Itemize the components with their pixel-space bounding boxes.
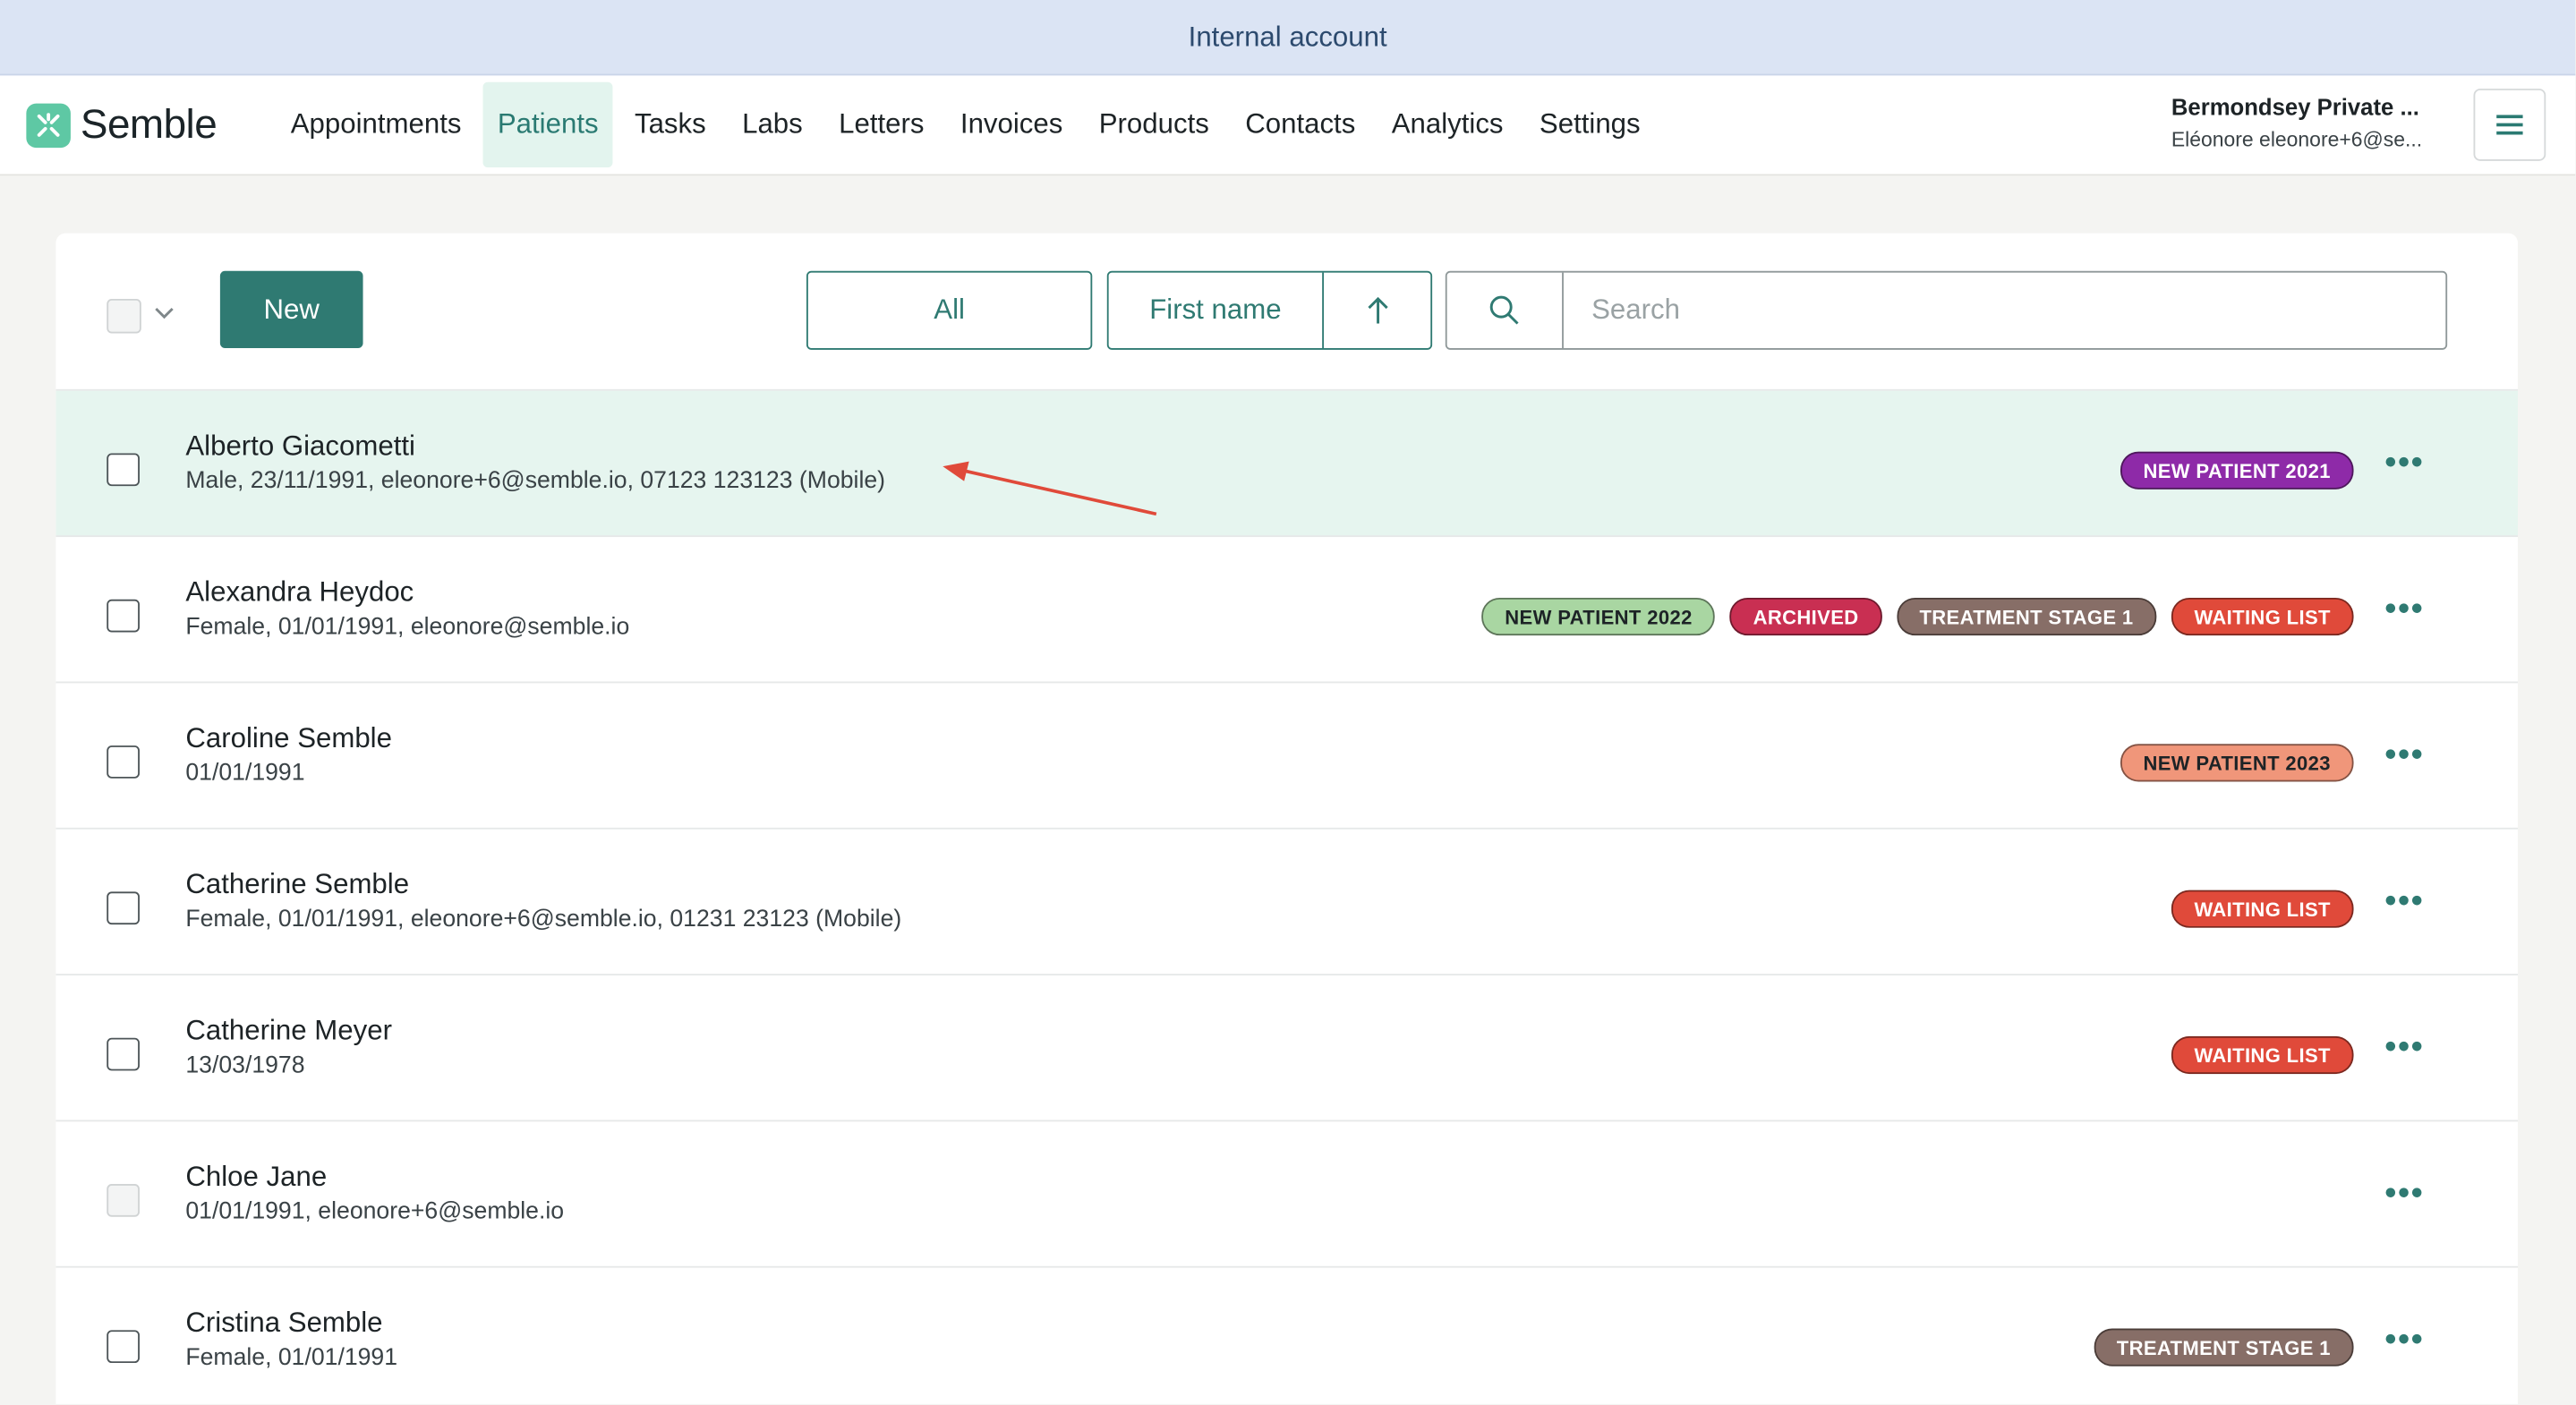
patient-name[interactable]: Cristina Semble [185,1307,382,1341]
hamburger-icon [2496,123,2523,127]
patient-tags: NEW PATIENT 2022 ARCHIVED TREATMENT STAGE … [1481,597,2354,636]
more-options-icon[interactable]: ••• [2384,1030,2424,1068]
patient-tag: NEW PATIENT 2022 [1481,597,1716,636]
patient-name[interactable]: Catherine Meyer [185,1015,392,1048]
account-user-email: Eléonore eleonore+6@se... [2171,128,2423,151]
patient-tag: WAITING LIST [2171,890,2354,928]
patient-tag: WAITING LIST [2171,597,2354,636]
arrow-up-icon [1367,296,1387,324]
patient-row[interactable]: Catherine Meyer 13/03/1978 WAITING LIST ••• [55,975,2519,1122]
account-switcher[interactable]: Bermondsey Private ... Eléonore eleonore… [2171,94,2435,151]
patient-tag: NEW PATIENT 2021 [2120,451,2354,490]
patient-tags: WAITING LIST [2171,890,2354,928]
patient-name[interactable]: Alberto Giacometti [185,430,415,464]
patient-tags: NEW PATIENT 2023 [2120,744,2354,782]
nav-item-patients[interactable]: Patients [482,81,614,168]
nav-item-contacts[interactable]: Contacts [1231,82,1370,167]
nav-item-invoices[interactable]: Invoices [945,82,1077,167]
nav-item-labs[interactable]: Labs [728,82,818,167]
brand-name: Semble [80,100,218,148]
patient-details: Male, 23/11/1991, eleonore+6@semble.io, … [185,467,886,495]
patient-tag: TREATMENT STAGE 1 [2094,1328,2354,1367]
nav-item-appointments[interactable]: Appointments [276,82,476,167]
patients-panel: New All First name Search Alberto Giacom… [55,233,2519,1404]
patient-name[interactable]: Chloe Jane [185,1161,327,1194]
patient-row[interactable]: Alexandra Heydoc Female, 01/01/1991, eleo… [55,537,2519,684]
patient-tags: WAITING LIST [2171,1035,2354,1075]
semble-logo-icon [26,102,71,148]
search-bar [1445,270,2448,350]
nav-item-letters[interactable]: Letters [824,82,939,167]
patient-row[interactable]: Alberto Giacometti Male, 23/11/1991, eleo… [55,390,2519,538]
patient-details: 13/03/1978 [185,1052,305,1079]
patient-row[interactable]: Chloe Jane 01/01/1991, eleonore+6@semble.… [55,1121,2519,1268]
row-checkbox[interactable] [107,453,140,487]
account-practice-name: Bermondsey Private ... [2171,93,2419,120]
more-options-icon[interactable]: ••• [2384,592,2424,629]
patients-toolbar: New All First name [55,234,2519,391]
patient-row[interactable]: Cristina Semble Female, 01/01/1991 TREATME… [55,1268,2518,1404]
patient-details: Female, 01/01/1991 [185,1344,398,1372]
main-nav: Appointments Patients Tasks Labs Letters Invo… [273,81,1659,168]
sort-control: First name [1106,270,1433,350]
patient-details: 01/01/1991 [185,760,305,787]
page: Internal account Semble Appointments Pati… [0,0,2576,1404]
patient-details: 01/01/1991, eleonore+6@semble.io [185,1198,565,1225]
hamburger-menu-button[interactable] [2473,89,2546,161]
top-navigation: Semble Appointments Patients Tasks Labs Lett… [0,75,2576,176]
patient-name[interactable]: Alexandra Heydoc [185,576,414,609]
search-input[interactable] [1563,272,2446,349]
banner-text: Internal account [1188,20,1387,52]
new-patient-button[interactable]: New [219,270,363,349]
patient-tags: NEW PATIENT 2021 [2120,451,2354,490]
nav-item-analytics[interactable]: Analytics [1377,82,1518,167]
patient-tag: ARCHIVED [1729,597,1882,636]
patient-details: Female, 01/01/1991, eleonore+6@semble.io… [185,906,902,933]
more-options-icon[interactable]: ••• [2384,737,2424,775]
more-options-icon[interactable]: ••• [2384,1322,2424,1359]
search-button[interactable] [1447,272,1564,349]
patient-tags: TREATMENT STAGE 1 [2094,1328,2354,1367]
row-checkbox[interactable] [107,1330,140,1364]
patient-name[interactable]: Catherine Semble [185,869,409,902]
search-icon [1489,295,1519,325]
patient-row[interactable]: Caroline Semble 01/01/1991 NEW PATIENT 202… [55,683,2519,830]
patient-tag: WAITING LIST [2171,1035,2354,1075]
patient-list: Alberto Giacometti Male, 23/11/1991, eleo… [55,390,2519,1404]
patient-name[interactable]: Caroline Semble [185,722,392,755]
patient-details: Female, 01/01/1991, eleonore@semble.io [185,614,630,641]
internal-account-banner: Internal account [0,0,2576,76]
more-options-icon[interactable]: ••• [2384,883,2424,921]
nav-item-products[interactable]: Products [1084,82,1224,167]
row-checkbox[interactable] [107,599,140,633]
nav-item-settings[interactable]: Settings [1524,82,1655,167]
select-all-checkbox[interactable] [107,298,141,334]
patient-row[interactable]: Catherine Semble Female, 01/01/1991, eleo… [55,830,2519,975]
more-options-icon[interactable]: ••• [2384,445,2424,482]
sort-field-button[interactable]: First name [1109,272,1325,349]
sort-direction-button[interactable] [1324,273,1430,348]
row-checkbox [107,1184,140,1217]
filter-dropdown[interactable]: All [806,270,1093,350]
patient-tag: NEW PATIENT 2023 [2120,744,2354,782]
semble-logo[interactable]: Semble [26,100,218,149]
row-checkbox[interactable] [107,745,140,779]
more-options-icon[interactable]: ••• [2384,1176,2424,1213]
patient-tag: TREATMENT STAGE 1 [1896,597,2157,636]
chevron-down-icon[interactable] [154,301,174,326]
nav-item-tasks[interactable]: Tasks [619,82,721,167]
row-checkbox[interactable] [107,1037,140,1071]
row-checkbox[interactable] [107,891,140,925]
